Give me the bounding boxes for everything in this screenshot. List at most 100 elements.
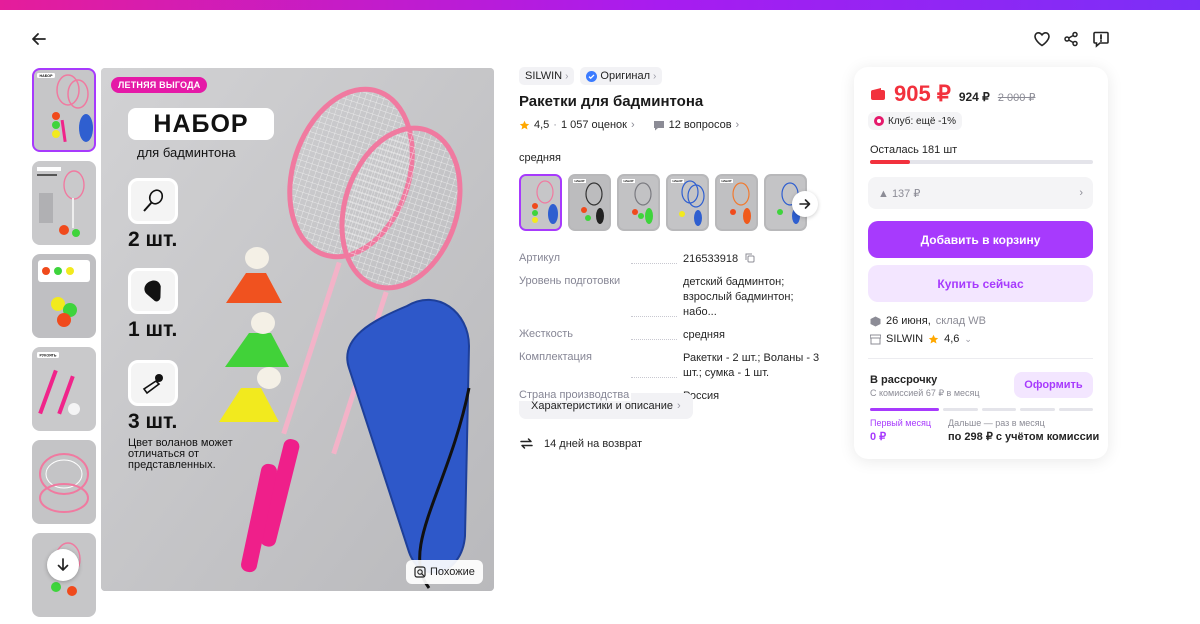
installment-progress: [870, 408, 1093, 411]
brand-chips: SILWIN › Оригинал ›: [519, 67, 663, 85]
back-button[interactable]: [28, 28, 50, 50]
divider: [868, 358, 1093, 359]
thumbnail[interactable]: НАБОР: [32, 68, 96, 152]
questions-link[interactable]: 12 вопросов: [669, 119, 732, 131]
delivery-warehouse: склад WB: [935, 315, 986, 327]
main-product-image[interactable]: ЛЕТНЯЯ ВЫГОДА НАБОР для бадминтона 2 шт.…: [101, 68, 494, 591]
variant-label: средняя: [519, 152, 561, 164]
wallet-icon: [871, 88, 885, 100]
variant-list: НАБОР НАБОР НАБОР НАБОР: [519, 174, 807, 231]
thumbnail[interactable]: [32, 254, 96, 338]
spec-row: Уровень подготовки детский бадминтон; вз…: [519, 275, 829, 320]
chevron-right-icon: ›: [677, 400, 681, 412]
reviews-link[interactable]: 1 057 оценок: [561, 119, 627, 131]
product-title: Ракетки для бадминтона: [519, 93, 704, 110]
chevron-right-icon: ›: [1079, 187, 1083, 199]
thumb-text: НАБОР: [40, 74, 54, 78]
club-discount[interactable]: Клуб: ещё -1%: [868, 112, 962, 130]
thumbnail[interactable]: [32, 161, 96, 245]
rating-row: 4,5 · 1 057 оценок › 12 вопросов ›: [519, 119, 739, 131]
seller-info[interactable]: SILWIN 4,6 ⌄: [870, 333, 972, 345]
shuttlecock-count: 3 шт.: [128, 410, 178, 433]
installment-title: В рассрочку: [870, 374, 938, 386]
racket-icon: [128, 178, 178, 224]
return-icon: [520, 438, 533, 449]
similar-button-label: Похожие: [430, 566, 475, 578]
original-chip[interactable]: Оригинал ›: [580, 67, 663, 85]
favorite-button[interactable]: [1031, 28, 1053, 50]
copy-icon[interactable]: [745, 253, 755, 263]
top-gradient-bar: [0, 0, 1200, 10]
variant-option[interactable]: [519, 174, 562, 231]
variant-option[interactable]: НАБОР: [617, 174, 660, 231]
buy-now-button[interactable]: Купить сейчас: [868, 265, 1093, 302]
delivery-date: 26 июня,: [886, 315, 931, 327]
variant-option[interactable]: НАБОР: [715, 174, 758, 231]
delivery-info: 26 июня, склад WB: [870, 315, 986, 327]
variant-option[interactable]: НАБОР: [666, 174, 709, 231]
add-to-cart-button[interactable]: Добавить в корзину: [868, 221, 1093, 258]
seller-name: SILWIN: [886, 333, 924, 345]
installment-subtitle: С комиссией 67 ₽ в месяц: [870, 388, 980, 398]
box-icon: [870, 316, 881, 326]
spec-row: Комплектация Ракетки - 2 шт.; Воланы - 3…: [519, 351, 829, 381]
installment-next-label: Дальше — раз в месяц: [948, 418, 1045, 428]
thumb-text: РУКОЯТЬ: [40, 354, 57, 358]
price-row: 905 ₽ 924 ₽ 2 000 ₽: [870, 81, 1035, 107]
set-title: НАБОР: [128, 108, 274, 140]
chevron-right-icon: ›: [565, 70, 569, 82]
similar-search-icon: [414, 566, 426, 578]
spec-value: средняя: [683, 329, 725, 341]
share-button[interactable]: [1060, 28, 1082, 50]
characteristics-label: Характеристики и описание: [531, 400, 673, 412]
verified-icon: [586, 70, 598, 82]
installment-first-value: 0 ₽: [870, 431, 887, 443]
share-icon: [1064, 31, 1078, 47]
spec-value[interactable]: 216533918: [683, 252, 829, 267]
thumbnail[interactable]: РУКОЯТЬ: [32, 347, 96, 431]
variants-next-button[interactable]: [792, 191, 818, 217]
case-icon: [128, 268, 178, 314]
spec-value: Россия: [683, 390, 720, 402]
variant-thumb-text: НАБОР: [672, 179, 682, 183]
brand-name: SILWIN: [525, 70, 563, 82]
racket-count: 2 шт.: [128, 228, 178, 251]
installment-apply-button[interactable]: Оформить: [1014, 372, 1093, 398]
variant-option[interactable]: НАБОР: [568, 174, 611, 231]
heart-icon: [1034, 31, 1050, 47]
separator-dot: ·: [553, 119, 557, 131]
chevron-right-icon: ›: [653, 70, 657, 82]
spec-row: Артикул 216533918: [519, 252, 829, 267]
shop-icon: [870, 334, 881, 344]
chevron-right-icon: ›: [630, 119, 635, 131]
thumbnail[interactable]: [32, 440, 96, 524]
questions-icon: [653, 120, 664, 130]
specs-list: Артикул 216533918 Уровень подготовки дет…: [519, 252, 829, 412]
price: 905 ₽: [894, 81, 951, 106]
star-icon: [519, 120, 530, 129]
buy-card: 905 ₽ 924 ₽ 2 000 ₽ Клуб: ещё -1% Остала…: [854, 67, 1108, 459]
variant-thumb-text: НАБОР: [623, 179, 633, 183]
price-change-row[interactable]: ▲ 137 ₽ ›: [868, 177, 1093, 209]
shuttlecock-icon: [128, 360, 178, 406]
set-subtitle: для бадминтона: [137, 145, 236, 160]
installment-next-value: по 298 ₽ с учётом комиссии: [948, 431, 1100, 443]
chevron-right-icon: ›: [735, 119, 740, 131]
price-change-value: ▲ 137 ₽: [878, 187, 921, 200]
similar-button[interactable]: Похожие: [406, 560, 483, 584]
original-label: Оригинал: [600, 70, 651, 82]
spec-key: Комплектация: [519, 351, 683, 381]
star-icon: [928, 334, 939, 343]
spec-row: Жесткость средняя: [519, 328, 829, 343]
article-number: 216533918: [683, 253, 739, 265]
brand-chip[interactable]: SILWIN ›: [519, 67, 575, 85]
case-count: 1 шт.: [128, 318, 178, 341]
thumbnails-scroll-down-button[interactable]: [47, 549, 79, 581]
stock-bar: [870, 160, 1093, 164]
report-button[interactable]: [1090, 28, 1112, 50]
installment-first-label: Первый месяц: [870, 418, 931, 428]
promo-badge: ЛЕТНЯЯ ВЫГОДА: [111, 77, 208, 93]
chevron-down-icon: ⌄: [964, 333, 972, 344]
variant-thumb-text: НАБОР: [721, 179, 731, 183]
price-without-wallet: 924 ₽: [958, 90, 990, 104]
